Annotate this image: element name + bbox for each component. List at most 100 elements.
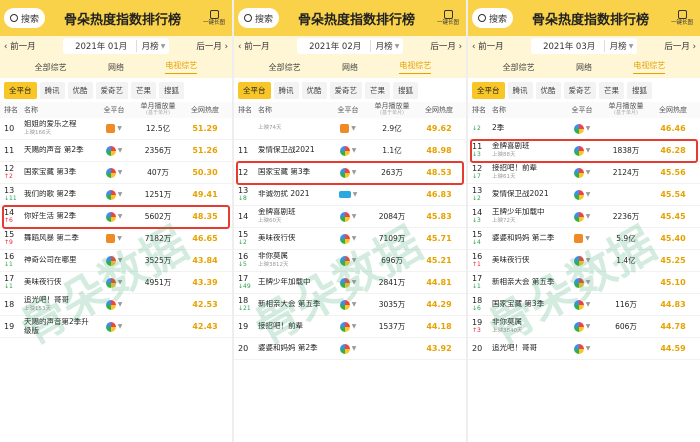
table-row[interactable]: 16 ↓1 神奇公司在哪里 ▼ 3525万 43.84 [0,250,232,272]
chevron-down-icon[interactable]: ▼ [586,169,591,176]
chevron-down-icon[interactable]: ▼ [353,191,358,198]
chevron-down-icon[interactable]: ▼ [352,279,357,286]
tab-platform[interactable]: 优酷 [535,81,561,99]
chevron-down-icon[interactable]: ▼ [586,279,591,286]
chevron-down-icon[interactable]: ▼ [118,257,123,264]
chevron-down-icon[interactable]: ▼ [586,213,591,220]
table-row[interactable]: 15 ↓4 婆婆和妈妈 第二季 ▼ 5.9亿 45.40 [468,228,700,250]
chevron-down-icon[interactable]: ▼ [118,301,123,308]
tab-category[interactable]: 电视综艺 [399,60,432,74]
search-button[interactable]: 搜索 [238,8,280,28]
tab-platform[interactable]: 全平台 [4,81,37,99]
tab-category[interactable]: 全部综艺 [269,62,301,73]
share-long-image-button[interactable]: 一键长图 [434,9,462,27]
table-row[interactable]: 15 ↓2 美味夜行侠 ▼ 7109万 45.71 [234,228,466,250]
tab-platform[interactable]: 腾讯 [273,81,299,99]
table-row[interactable]: 上映74天 ▼ 2.9亿 49.62 [234,118,466,140]
chevron-down-icon[interactable]: ▼ [585,235,590,242]
table-row[interactable]: 12 ↑2 国家宝藏 第3季 ▼ 407万 50.30 [0,162,232,184]
chevron-down-icon[interactable]: ▼ [352,323,357,330]
table-row[interactable]: 18 ↓21 新相亲大会 第五季 ▼ 3035万 44.29 [234,294,466,316]
search-button[interactable]: 搜索 [472,8,514,28]
tab-category[interactable]: 电视综艺 [165,60,198,74]
table-row[interactable]: 14 金牌喜剧班 上映60天 ▼ 2084万 45.83 [234,206,466,228]
chevron-down-icon[interactable]: ▼ [586,345,591,352]
chevron-down-icon[interactable]: ▼ [118,147,123,154]
month-selector[interactable]: 2021年 03月 月榜 ▼ [530,38,638,54]
tab-category[interactable]: 网络 [342,62,358,73]
table-row[interactable]: 16 ↓5 非你莫属 上映3812天 ▼ 696万 45.21 [234,250,466,272]
chevron-down-icon[interactable]: ▼ [586,257,591,264]
tab-platform[interactable]: 搜狐 [393,81,418,99]
table-row[interactable]: 14 ↓3 王牌少年加载中 上映72天 ▼ 2236万 45.45 [468,206,700,228]
table-row[interactable]: 16 ↑1 美味夜行侠 ▼ 1.4亿 45.25 [468,250,700,272]
tab-platform[interactable]: 搜狐 [159,81,184,99]
month-selector[interactable]: 2021年 01月 月榜 ▼ [62,38,170,54]
tab-platform[interactable]: 全平台 [472,81,505,99]
table-row[interactable]: ↓2 2季 ▼ 46.46 [468,118,700,140]
tab-platform[interactable]: 爱奇艺 [95,81,128,99]
table-row[interactable]: 11 天赐的声音 第2季 ▼ 2356万 51.26 [0,140,232,162]
tab-platform[interactable]: 腾讯 [507,81,533,99]
chevron-down-icon[interactable]: ▼ [586,191,591,198]
table-row[interactable]: 12 ↓7 接招吧！前辈 上映61天 ▼ 2124万 45.56 [468,162,700,184]
chevron-down-icon[interactable]: ▼ [118,169,123,176]
table-row[interactable]: 17 ↓1 美味夜行侠 ▼ 4951万 43.39 [0,272,232,294]
chevron-down-icon[interactable]: ▼ [586,125,591,132]
chevron-down-icon[interactable]: ▼ [118,279,123,286]
table-row[interactable]: 19 接招吧！前辈 ▼ 1537万 44.18 [234,316,466,338]
table-row[interactable]: 17 ↓1 新相亲大会 第五季 ▼ 45.10 [468,272,700,294]
prev-month-button[interactable]: ‹ 前一月 [472,40,504,52]
chevron-down-icon[interactable]: ▼ [352,147,357,154]
table-row[interactable]: 13 ↓11 我们的歌 第2季 ▼ 1251万 49.41 [0,184,232,206]
chevron-down-icon[interactable]: ▼ [117,235,122,242]
tab-platform[interactable]: 芒果 [131,81,156,99]
chevron-down-icon[interactable]: ▼ [352,257,357,264]
tab-platform[interactable]: 全平台 [238,81,271,99]
next-month-button[interactable]: 后一月 › [430,40,462,52]
table-row[interactable]: 13 ↓2 爱情保卫战2021 ▼ 45.54 [468,184,700,206]
tab-platform[interactable]: 芒果 [365,81,390,99]
chevron-down-icon[interactable]: ▼ [352,213,357,220]
table-row[interactable]: 13 ↓8 非诚勿扰 2021 ▼ 46.83 [234,184,466,206]
tab-platform[interactable]: 爱奇艺 [329,81,362,99]
table-row[interactable]: 15 ↑9 舞蹈风暴 第二季 ▼ 7182万 46.65 [0,228,232,250]
table-row[interactable]: 17 ↓49 王牌少年加载中 ▼ 2841万 44.81 [234,272,466,294]
tab-platform[interactable]: 优酷 [301,81,327,99]
tab-category[interactable]: 网络 [108,62,124,73]
table-row[interactable]: 20 追光吧！哥哥 ▼ 44.59 [468,338,700,360]
chevron-down-icon[interactable]: ▼ [118,323,123,330]
tab-platform[interactable]: 芒果 [599,81,624,99]
search-button[interactable]: 搜索 [4,8,46,28]
table-row[interactable]: 19 ↑3 非你莫属 上映3840天 ▼ 606万 44.78 [468,316,700,338]
chevron-down-icon[interactable]: ▼ [118,191,123,198]
tab-platform[interactable]: 爱奇艺 [563,81,596,99]
tab-category[interactable]: 全部综艺 [503,62,535,73]
table-row[interactable]: 20 婆婆和妈妈 第2季 ▼ 43.92 [234,338,466,360]
table-row[interactable]: 18 ↓6 国家宝藏 第3季 ▼ 116万 44.83 [468,294,700,316]
tab-platform[interactable]: 搜狐 [627,81,652,99]
table-row[interactable]: 18 追光吧！哥哥 上映153天 ▼ 42.53 [0,294,232,316]
tab-platform[interactable]: 腾讯 [39,81,65,99]
share-long-image-button[interactable]: 一键长图 [668,9,696,27]
chevron-down-icon[interactable]: ▼ [586,323,591,330]
tab-platform[interactable]: 优酷 [67,81,93,99]
tab-category[interactable]: 网络 [576,62,592,73]
table-row[interactable]: 19 天赐的声音第2季升级版 ▼ 42.43 [0,316,232,338]
tab-category[interactable]: 电视综艺 [633,60,666,74]
chevron-down-icon[interactable]: ▼ [586,301,591,308]
tab-category[interactable]: 全部综艺 [35,62,67,73]
next-month-button[interactable]: 后一月 › [664,40,696,52]
table-row[interactable]: 10 姐姐的爱乐之程 上映166天 ▼ 12.5亿 51.29 [0,118,232,140]
prev-month-button[interactable]: ‹ 前一月 [238,40,270,52]
chevron-down-icon[interactable]: ▼ [352,345,357,352]
table-row[interactable]: 11 爱情保卫战2021 ▼ 1.1亿 48.98 [234,140,466,162]
month-selector[interactable]: 2021年 02月 月榜 ▼ [296,38,404,54]
prev-month-button[interactable]: ‹ 前一月 [4,40,36,52]
next-month-button[interactable]: 后一月 › [196,40,228,52]
chevron-down-icon[interactable]: ▼ [351,125,356,132]
chevron-down-icon[interactable]: ▼ [352,235,357,242]
chevron-down-icon[interactable]: ▼ [117,125,122,132]
share-long-image-button[interactable]: 一键长图 [200,9,228,27]
chevron-down-icon[interactable]: ▼ [352,301,357,308]
